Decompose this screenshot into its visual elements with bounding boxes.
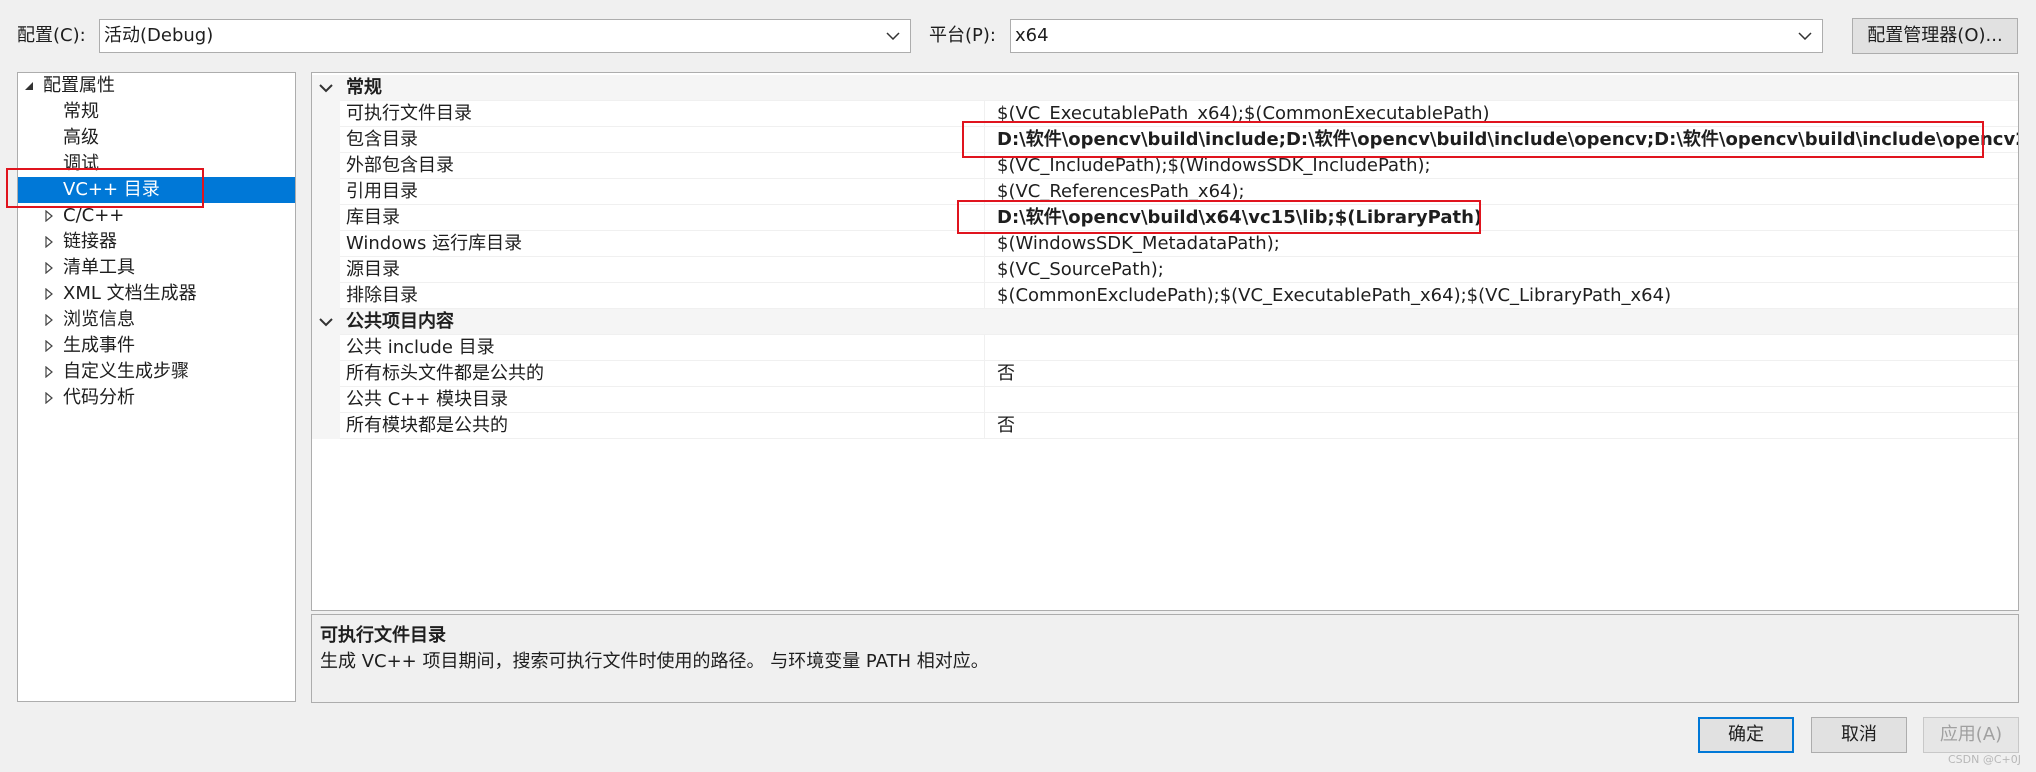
category-general[interactable]: 常规 <box>312 75 2018 101</box>
collapsed-triangle-icon[interactable] <box>42 281 56 307</box>
tree-root-config-properties[interactable]: 配置属性 <box>18 73 295 99</box>
row-gutter <box>312 361 340 387</box>
chevron-down-icon <box>884 20 902 52</box>
tree-item-label: 清单工具 <box>63 257 135 278</box>
collapsed-triangle-icon[interactable] <box>42 229 56 255</box>
watermark: CSDN @C+0J <box>1948 753 2021 766</box>
tree-item-label: 浏览信息 <box>63 309 135 330</box>
config-select[interactable]: 活动(Debug) <box>99 19 911 53</box>
property-name: 排除目录 <box>346 285 418 306</box>
property-row[interactable]: 源目录 $(VC_SourcePath); <box>312 257 2018 283</box>
property-tree: 配置属性 常规 高级 调试 VC++ 目录 C/C++ 链接器 清单工具 XML… <box>17 72 296 702</box>
description-panel: 可执行文件目录 生成 VC++ 项目期间，搜索可执行文件时使用的路径。 与环境变… <box>311 614 2019 703</box>
row-gutter <box>312 387 340 413</box>
highlight-box-library-dirs <box>957 200 1481 234</box>
chevron-down-icon <box>1796 20 1814 52</box>
property-row[interactable]: 所有标头文件都是公共的 否 <box>312 361 2018 387</box>
tree-item-label: 高级 <box>63 127 99 148</box>
row-gutter <box>312 101 340 127</box>
tree-item-general[interactable]: 常规 <box>18 99 295 125</box>
row-gutter <box>312 283 340 309</box>
config-select-value: 活动(Debug) <box>104 25 214 46</box>
row-gutter <box>312 127 340 153</box>
property-row[interactable]: 公共 include 目录 <box>312 335 2018 361</box>
property-value[interactable] <box>984 335 2018 361</box>
property-name: 可执行文件目录 <box>346 103 472 124</box>
property-row[interactable]: 排除目录 $(CommonExcludePath);$(VC_Executabl… <box>312 283 2018 309</box>
row-gutter <box>312 179 340 205</box>
property-name: 公共 include 目录 <box>346 337 495 358</box>
property-value[interactable]: 否 <box>984 361 2018 387</box>
collapse-chevron-icon[interactable] <box>312 75 340 101</box>
property-name: 所有模块都是公共的 <box>346 415 508 436</box>
property-value[interactable]: 否 <box>984 413 2018 439</box>
property-name: 公共 C++ 模块目录 <box>346 389 509 410</box>
property-row[interactable]: Windows 运行库目录 $(WindowsSDK_MetadataPath)… <box>312 231 2018 257</box>
property-name: 源目录 <box>346 259 400 280</box>
property-value[interactable] <box>984 387 2018 413</box>
collapsed-triangle-icon[interactable] <box>42 359 56 385</box>
tree-item-code-analysis[interactable]: 代码分析 <box>18 385 295 411</box>
config-label: 配置(C): <box>17 25 86 46</box>
cancel-button[interactable]: 取消 <box>1811 717 1907 753</box>
platform-select-value: x64 <box>1015 25 1049 46</box>
tree-item-manifest-tool[interactable]: 清单工具 <box>18 255 295 281</box>
property-value[interactable]: $(VC_SourcePath); <box>984 257 2018 283</box>
tree-item-xml-doc-generator[interactable]: XML 文档生成器 <box>18 281 295 307</box>
row-gutter <box>312 231 340 257</box>
property-row[interactable]: 所有模块都是公共的 否 <box>312 413 2018 439</box>
tree-item-custom-build-step[interactable]: 自定义生成步骤 <box>18 359 295 385</box>
row-gutter <box>312 257 340 283</box>
description-text: 生成 VC++ 项目期间，搜索可执行文件时使用的路径。 与环境变量 PATH 相… <box>320 651 989 672</box>
category-label: 常规 <box>346 77 382 98</box>
row-gutter <box>312 153 340 179</box>
collapsed-triangle-icon[interactable] <box>42 307 56 333</box>
highlight-box-vc-directories <box>6 168 204 208</box>
row-gutter <box>312 335 340 361</box>
expanded-triangle-icon[interactable] <box>22 73 36 99</box>
property-row[interactable]: 公共 C++ 模块目录 <box>312 387 2018 413</box>
property-name: 引用目录 <box>346 181 418 202</box>
collapsed-triangle-icon[interactable] <box>42 333 56 359</box>
category-public-project-content[interactable]: 公共项目内容 <box>312 309 2018 335</box>
tree-item-browse-info[interactable]: 浏览信息 <box>18 307 295 333</box>
platform-label: 平台(P): <box>929 25 996 46</box>
property-value[interactable]: $(WindowsSDK_MetadataPath); <box>984 231 2018 257</box>
tree-item-label: XML 文档生成器 <box>63 283 197 304</box>
property-name: 库目录 <box>346 207 400 228</box>
tree-item-label: 常规 <box>63 101 99 122</box>
collapse-chevron-icon[interactable] <box>312 309 340 335</box>
row-gutter <box>312 205 340 231</box>
tree-item-label: 代码分析 <box>63 387 135 408</box>
apply-button[interactable]: 应用(A) <box>1923 717 2019 753</box>
description-title: 可执行文件目录 <box>320 625 446 646</box>
tree-item-label: 自定义生成步骤 <box>63 361 189 382</box>
property-name: Windows 运行库目录 <box>346 233 523 254</box>
tree-item-linker[interactable]: 链接器 <box>18 229 295 255</box>
tree-root-label: 配置属性 <box>43 75 115 96</box>
tree-item-advanced[interactable]: 高级 <box>18 125 295 151</box>
property-name: 包含目录 <box>346 129 418 150</box>
config-manager-button[interactable]: 配置管理器(O)... <box>1852 18 2018 54</box>
property-name: 外部包含目录 <box>346 155 454 176</box>
property-value[interactable]: $(CommonExcludePath);$(VC_ExecutablePath… <box>984 283 2018 309</box>
collapsed-triangle-icon[interactable] <box>42 255 56 281</box>
collapsed-triangle-icon[interactable] <box>42 385 56 411</box>
row-gutter <box>312 413 340 439</box>
tree-item-build-events[interactable]: 生成事件 <box>18 333 295 359</box>
highlight-box-include-dirs <box>962 121 1984 158</box>
ok-button[interactable]: 确定 <box>1698 717 1794 753</box>
property-name: 所有标头文件都是公共的 <box>346 363 544 384</box>
platform-select[interactable]: x64 <box>1010 19 1823 53</box>
tree-item-label: 链接器 <box>63 231 117 252</box>
category-label: 公共项目内容 <box>346 311 454 332</box>
tree-item-label: 生成事件 <box>63 335 135 356</box>
